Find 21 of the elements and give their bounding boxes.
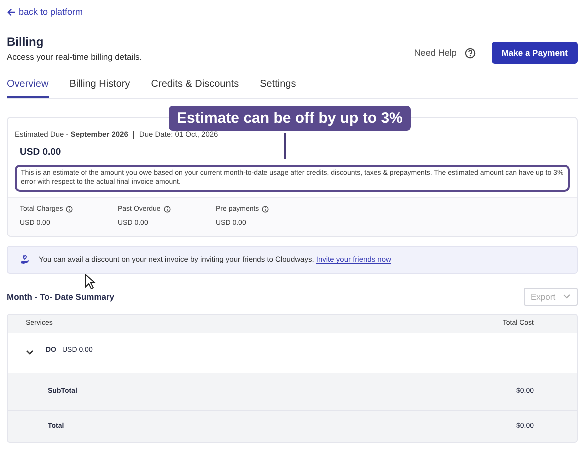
need-help-link[interactable]: Need Help [414, 48, 457, 58]
estimated-amount: USD 0.00 [20, 147, 62, 158]
arrow-left-icon [7, 8, 16, 16]
hand-heart-icon [20, 254, 30, 265]
summary-title: Month - To- Date Summary [7, 292, 115, 302]
make-payment-button[interactable]: Make a Payment [492, 42, 578, 64]
info-icon[interactable] [66, 206, 74, 213]
tab[interactable]: Billing History [70, 79, 130, 98]
page-subtitle: Access your real-time billing details. [7, 52, 142, 62]
info-icon[interactable] [262, 206, 270, 213]
help-icon[interactable] [464, 48, 476, 58]
page-title: Billing [7, 35, 45, 49]
chevron-down-icon [563, 294, 571, 300]
back-link[interactable]: back to platform [7, 0, 84, 19]
mouse-pointer-icon [85, 274, 96, 290]
leader-line [284, 133, 286, 159]
tab[interactable]: Overview [7, 79, 49, 98]
tooltip: Estimate can be off by up to 3% [169, 106, 411, 131]
info-icon[interactable] [164, 206, 171, 213]
tab[interactable]: Settings [260, 79, 296, 98]
tab[interactable]: Credits & Discounts [151, 79, 240, 98]
